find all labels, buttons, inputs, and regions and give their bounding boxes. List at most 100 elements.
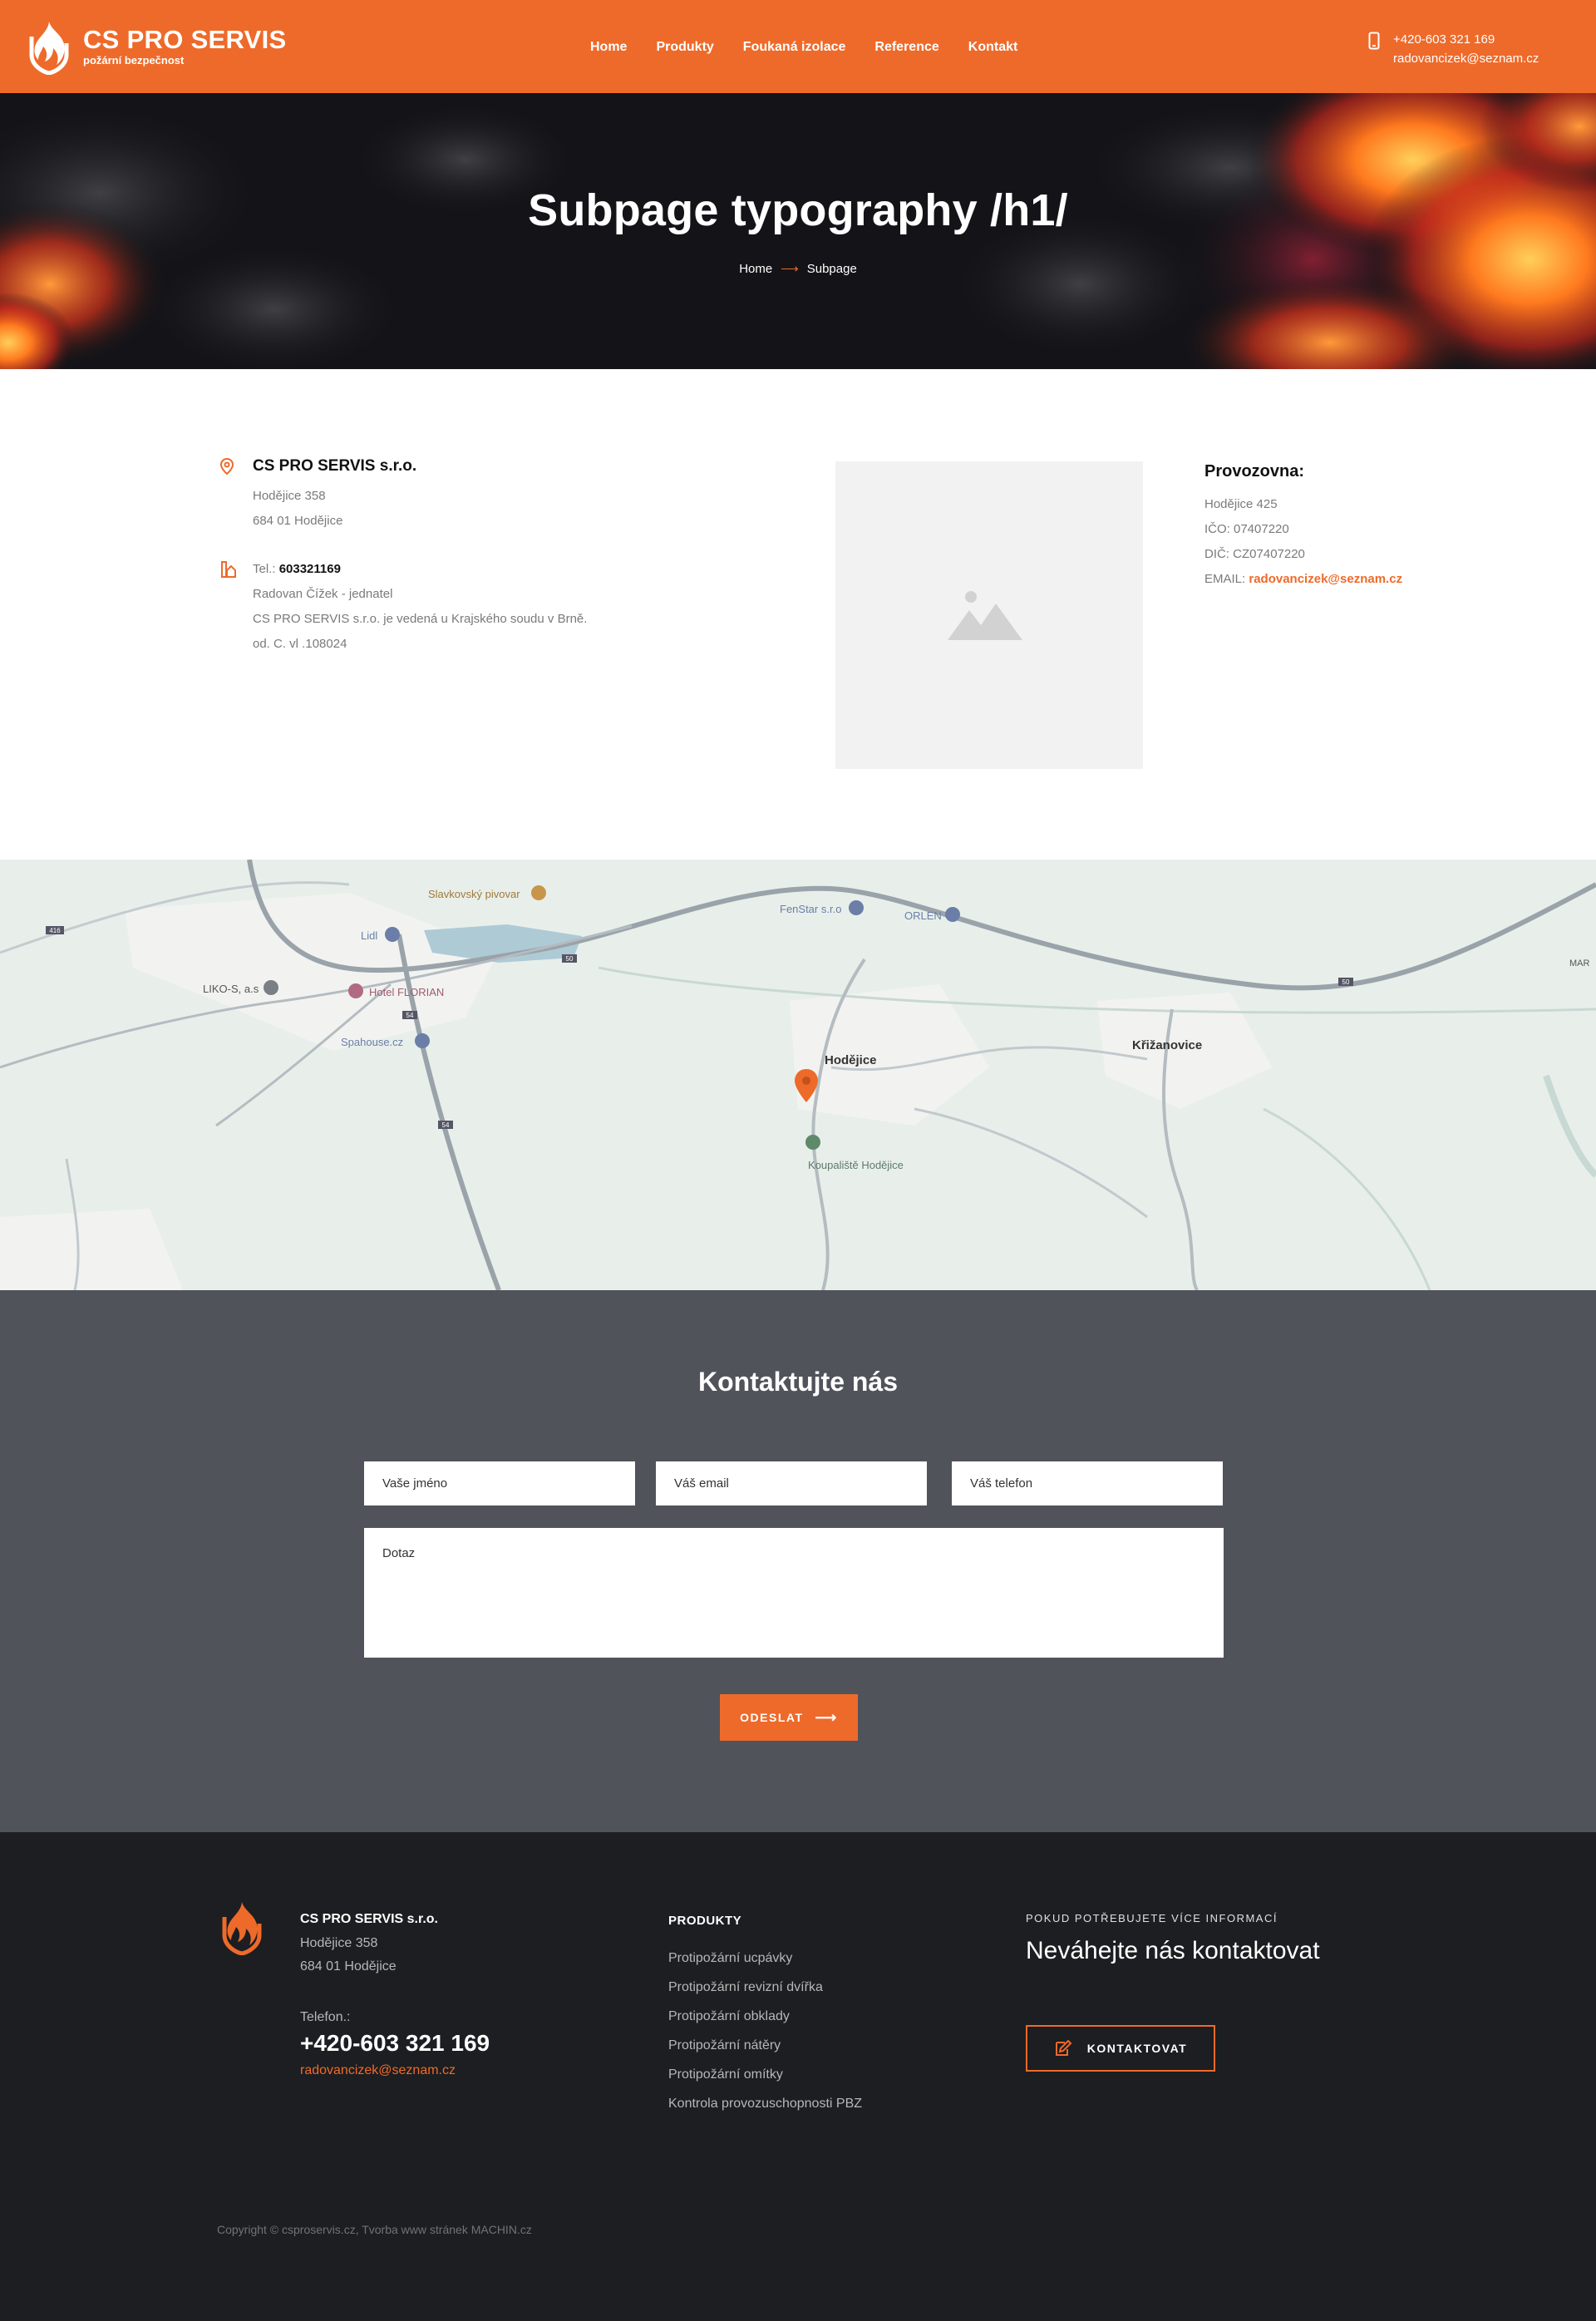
road-shield-416: 416 [49,927,61,934]
contact-form-section: Kontaktujte nás Vaše jméno Váš email Váš… [0,1290,1596,1832]
tel-label: Tel.: [253,562,279,576]
email-label: EMAIL: [1204,572,1249,586]
header-contact: +420-603 321 169 radovancizek@seznam.cz [1368,30,1539,68]
branch-details: Hodějice 425 IČO: 07407220 DIČ: CZ074072… [1204,492,1402,592]
contact-button[interactable]: KONTAKTOVAT [1026,2025,1215,2072]
header-email-link[interactable]: radovancizek@seznam.cz [1393,49,1539,68]
contact-button-label: KONTAKTOVAT [1086,2042,1188,2055]
footer-product-link[interactable]: Protipožární nátěry [668,2031,862,2060]
footer-address-line-1: Hodějice 358 [300,1936,378,1950]
main-nav: Home Produkty Foukaná izolace Reference … [590,40,1047,55]
footer-company: CS PRO SERVIS s.r.o. [300,1912,438,1926]
image-placeholder [835,461,1143,769]
google-map[interactable]: 416 50 50 54 54 Slavkovský pivovar Lidl … [0,860,1596,1290]
site-footer: CS PRO SERVIS s.r.o. Hodějice 358 684 01… [0,1832,1596,2321]
company-person: Radovan Čížek - jednatel [253,587,393,601]
header-phone-link[interactable]: +420-603 321 169 [1393,30,1539,49]
footer-address-line-2: 684 01 Hodějice [300,1959,397,1974]
poi-hotel-icon[interactable] [348,983,363,998]
breadcrumb-home[interactable]: Home [739,262,772,276]
poi-fenstar-icon[interactable] [849,900,864,915]
branch-address: Hodějice 425 [1204,497,1278,511]
tel-value[interactable]: 603321169 [279,562,341,576]
logo-title: CS PRO SERVIS [83,25,287,54]
copyright: Copyright © csproservis.cz, Tvorba www s… [217,2223,532,2236]
hero-banner: Subpage typography /h1/ Home ⟶ Subpage [0,93,1596,369]
map-label-hodejice: Hodějice [825,1053,877,1067]
footer-more-info: POKUD POTŘEBUJETE VÍCE INFORMACÍ [1026,1912,1278,1924]
road-shield-50b: 50 [1342,978,1350,986]
fire-shield-logo-icon [222,1902,262,1955]
poi-spahouse-icon[interactable] [415,1033,430,1048]
nav-produkty[interactable]: Produkty [656,40,713,55]
company-contact: Tel.: 603321169 Radovan Čížek - jednatel… [253,557,587,657]
breadcrumb: Home ⟶ Subpage [0,261,1596,276]
map-label-hotel: Hotel FLORIAN [369,986,444,998]
footer-address: Hodějice 358 684 01 Hodějice [300,1932,397,1979]
location-pin-icon [219,457,234,476]
poi-likos-icon[interactable] [264,980,278,995]
poi-lidl-icon[interactable] [385,927,400,942]
registry-line-2: od. C. vl .108024 [253,637,347,651]
nav-reference[interactable]: Reference [874,40,938,55]
address-line-2: 684 01 Hodějice [253,514,343,528]
phone-house-icon [221,561,236,578]
branch-ico: IČO: 07407220 [1204,522,1289,536]
footer-products-list: Protipožární ucpávky Protipožární revizn… [668,1944,862,2118]
submit-button[interactable]: ODESLAT ⟶ [720,1694,858,1741]
map-label-pivovar: Slavkovský pivovar [428,888,520,900]
company-name: CS PRO SERVIS s.r.o. [253,457,417,475]
nav-kontakt[interactable]: Kontakt [968,40,1018,55]
map-label-fenstar: FenStar s.r.o [780,903,841,915]
footer-product-link[interactable]: Protipožární revizní dvířka [668,1973,862,2002]
map-label-orlen: ORLEN [904,909,942,922]
footer-cta-heading: Neváhejte nás kontaktovat [1026,1937,1320,1964]
footer-email-link[interactable]: radovancizek@seznam.cz [300,2063,456,2078]
footer-phone-label: Telefon.: [300,2010,351,2024]
branch-title: Provozovna: [1204,462,1305,480]
nav-foukana-izolace[interactable]: Foukaná izolace [743,40,846,55]
form-title: Kontaktujte nás [697,1367,899,1397]
message-textarea[interactable]: Dotaz [364,1528,1224,1658]
nav-home[interactable]: Home [590,40,627,55]
map-label-mar: MAR [1569,958,1590,968]
poi-koupaliste-icon[interactable] [805,1135,820,1150]
map-label-krizanovice: Křižanovice [1132,1038,1202,1052]
name-field[interactable]: Vaše jméno [364,1461,635,1505]
map-canvas[interactable]: 416 50 50 54 54 Slavkovský pivovar Lidl … [0,860,1596,1290]
footer-product-link[interactable]: Kontrola provozuschopnosti PBZ [668,2089,862,2118]
road-shield-54a: 54 [406,1012,414,1019]
site-header: CS PRO SERVIS požární bezpečnost Home Pr… [0,0,1596,93]
map-label-likos: LIKO-S, a.s [203,983,259,995]
footer-product-link[interactable]: Protipožární obklady [668,2002,862,2031]
map-label-spahouse: Spahouse.cz [341,1036,403,1048]
map-label-lidl: Lidl [361,929,377,942]
breadcrumb-current: Subpage [806,262,857,276]
image-placeholder-icon [948,591,1022,640]
map-label-koupaliste: Koupaliště Hodějice [808,1159,904,1171]
poi-pivovar-icon[interactable] [531,885,546,900]
footer-products-title: PRODUKTY [668,1914,742,1928]
poi-orlen-icon[interactable] [945,907,960,922]
fire-shield-logo-icon [29,22,69,75]
road-shield-54b: 54 [442,1121,450,1129]
branch-dic: DIČ: CZ07407220 [1204,547,1305,561]
mobile-phone-icon [1368,32,1380,50]
submit-label: ODESLAT [740,1711,804,1724]
page-title: Subpage typography /h1/ [528,185,1068,235]
email-field[interactable]: Váš email [656,1461,927,1505]
logo-subtitle: požární bezpečnost [83,54,185,67]
contact-info-section: CS PRO SERVIS s.r.o. Hodějice 358 684 01… [0,369,1596,860]
arrow-right-icon: ⟶ [815,1708,838,1726]
branch-email-link[interactable]: radovancizek@seznam.cz [1249,572,1402,586]
footer-product-link[interactable]: Protipožární omítky [668,2060,862,2089]
address-line-1: Hodějice 358 [253,489,326,503]
registry-line-1: CS PRO SERVIS s.r.o. je vedená u Krajské… [253,612,588,626]
logo-link[interactable]: CS PRO SERVIS požární bezpečnost [27,18,287,75]
edit-note-icon [1055,2039,1072,2056]
breadcrumb-arrow-icon: ⟶ [781,262,799,276]
footer-product-link[interactable]: Protipožární ucpávky [668,1944,862,1973]
company-address: Hodějice 358 684 01 Hodějice [253,484,342,534]
footer-phone-link[interactable]: +420-603 321 169 [300,2030,490,2057]
phone-field[interactable]: Váš telefon [952,1461,1223,1505]
